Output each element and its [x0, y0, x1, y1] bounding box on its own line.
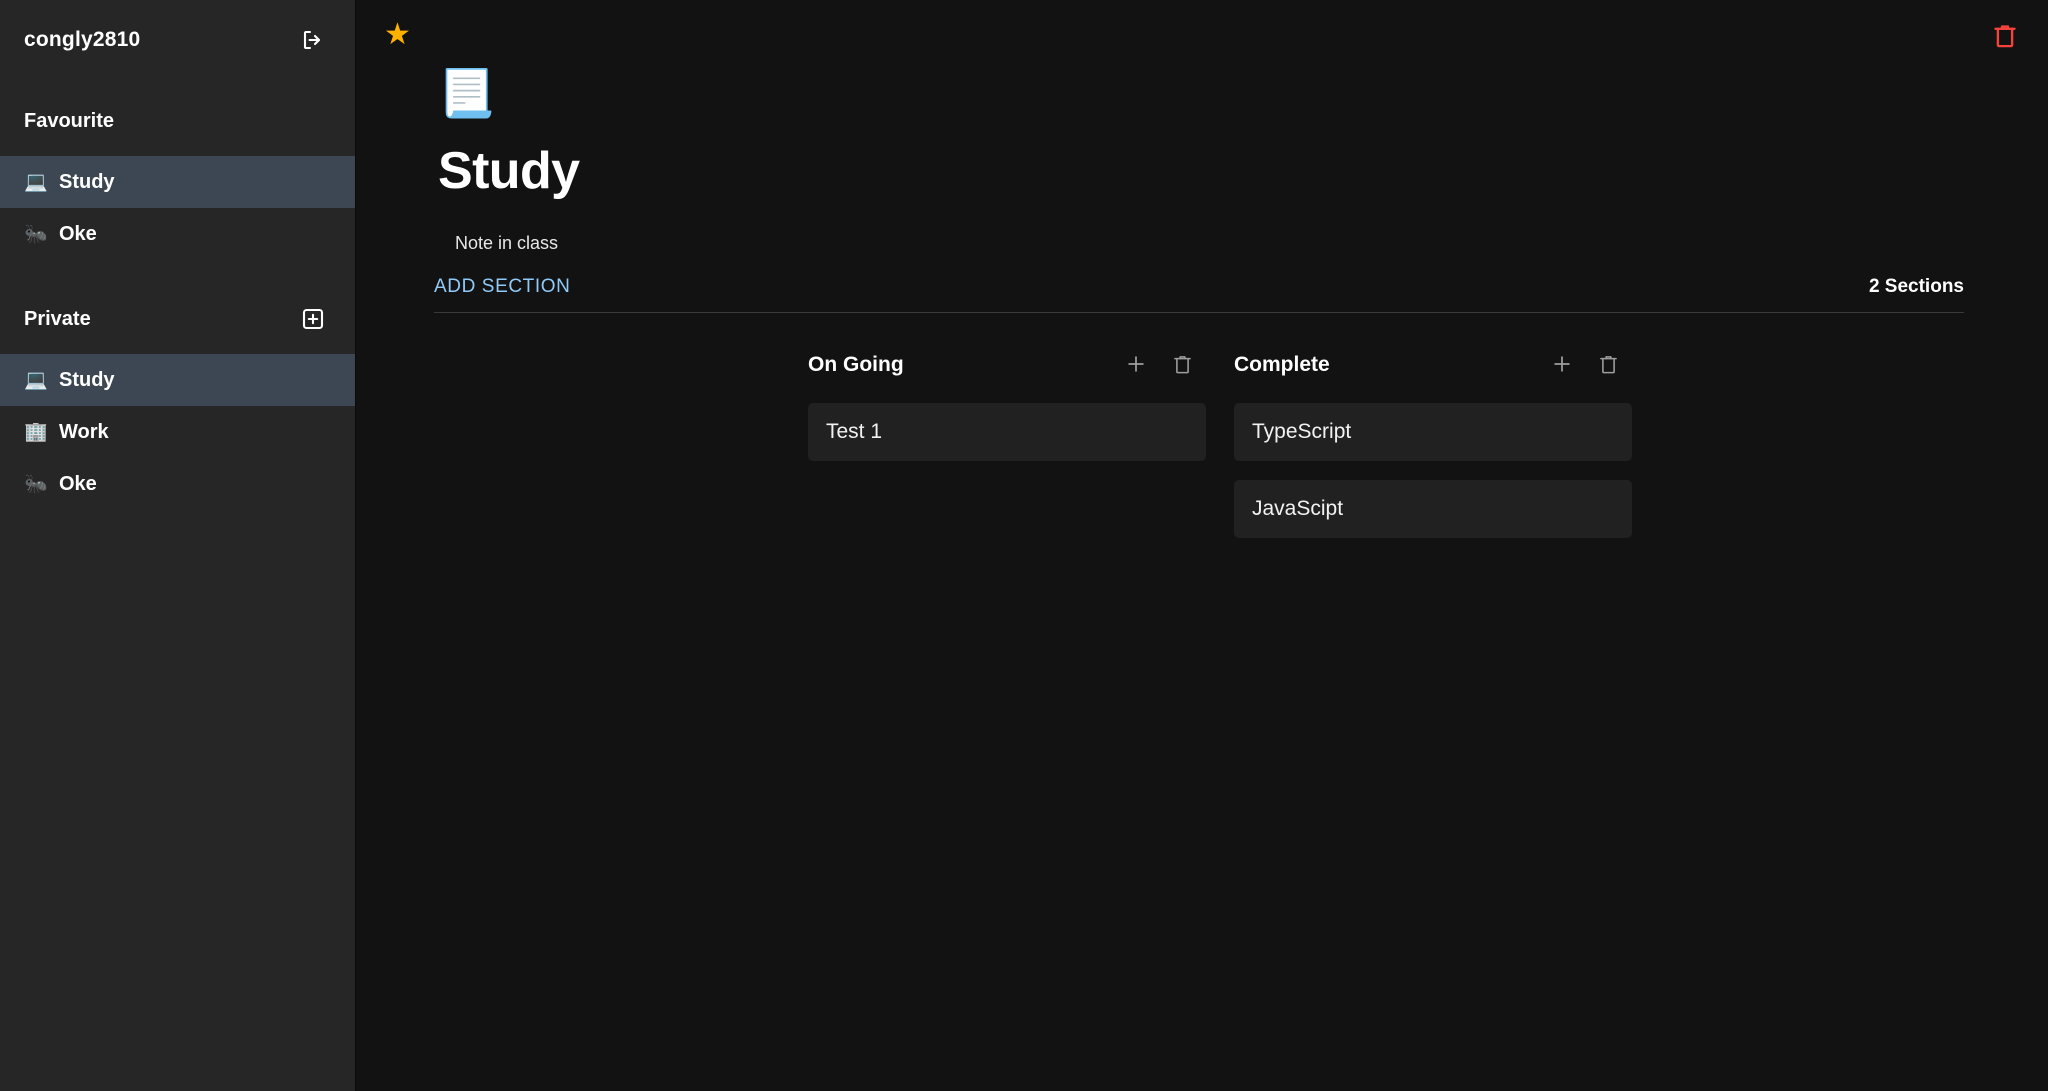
- sections-container: On Going: [356, 313, 2048, 557]
- sidebar: congly2810 Favourite 💻 Study 🐜 Oke: [0, 0, 356, 1091]
- task-list: Test 1: [808, 403, 1206, 461]
- sidebar-group-private-title: Private: [0, 302, 355, 336]
- section-header: Complete: [1234, 347, 1632, 381]
- logout-icon[interactable]: [297, 25, 327, 55]
- task-card[interactable]: Test 1: [808, 403, 1206, 461]
- sidebar-item-favourite-oke[interactable]: 🐜 Oke: [0, 208, 355, 260]
- delete-section-icon[interactable]: [1596, 351, 1620, 377]
- ant-icon: 🐜: [24, 225, 46, 244]
- section-header: On Going: [808, 347, 1206, 381]
- section-actions: [1550, 351, 1632, 377]
- task-card[interactable]: TypeScript: [1234, 403, 1632, 461]
- sidebar-item-private-study[interactable]: 💻 Study: [0, 354, 355, 406]
- sidebar-item-label: Study: [59, 172, 115, 192]
- sidebar-item-label: Oke: [59, 224, 97, 244]
- section-complete: Complete: [1234, 347, 1632, 557]
- sidebar-item-label: Oke: [59, 474, 97, 494]
- task-card[interactable]: JavaScipt: [1234, 480, 1632, 538]
- username-label: congly2810: [24, 28, 140, 52]
- sidebar-item-label: Study: [59, 370, 115, 390]
- board-toolbar: ★: [356, 0, 2048, 52]
- sections-count-label: 2 Sections: [1869, 276, 1964, 298]
- sidebar-group-private-list: 💻 Study 🏢 Work 🐜 Oke: [0, 354, 355, 510]
- page-with-curl-icon: 📃: [438, 70, 2048, 126]
- section-title: On Going: [808, 354, 1124, 375]
- ant-icon: 🐜: [24, 475, 46, 494]
- sidebar-header: congly2810: [0, 0, 355, 58]
- laptop-icon: 💻: [24, 173, 46, 192]
- laptop-icon: 💻: [24, 371, 46, 390]
- add-board-icon[interactable]: [299, 305, 327, 333]
- add-section-button[interactable]: ADD SECTION: [434, 276, 570, 298]
- sidebar-group-favourite-list: 💻 Study 🐜 Oke: [0, 156, 355, 260]
- delete-section-icon[interactable]: [1170, 351, 1194, 377]
- sidebar-group-label: Private: [24, 308, 91, 331]
- delete-board-icon[interactable]: [1990, 20, 2020, 52]
- section-actions: [1124, 351, 1206, 377]
- main-content: ★ 📃 Study Note in class ADD SECTION 2 Se…: [356, 0, 2048, 1091]
- sidebar-item-private-oke[interactable]: 🐜 Oke: [0, 458, 355, 510]
- section-title: Complete: [1234, 354, 1550, 375]
- sidebar-item-private-work[interactable]: 🏢 Work: [0, 406, 355, 458]
- task-list: TypeScript JavaScipt: [1234, 403, 1632, 538]
- board-header: 📃 Study Note in class: [356, 52, 2048, 254]
- sidebar-group-favourite-title: Favourite: [0, 104, 355, 138]
- board-description[interactable]: Note in class: [438, 233, 2048, 254]
- add-task-icon[interactable]: [1550, 351, 1574, 377]
- sidebar-item-favourite-study[interactable]: 💻 Study: [0, 156, 355, 208]
- page-title: Study: [438, 144, 2048, 199]
- add-task-icon[interactable]: [1124, 351, 1148, 377]
- office-building-icon: 🏢: [24, 423, 46, 442]
- app-root: congly2810 Favourite 💻 Study 🐜 Oke: [0, 0, 2048, 1091]
- sidebar-group-label: Favourite: [24, 110, 114, 133]
- favourite-star-icon[interactable]: ★: [384, 20, 411, 50]
- sections-toolbar: ADD SECTION 2 Sections: [434, 276, 1964, 313]
- section-on-going: On Going: [808, 347, 1206, 480]
- sidebar-item-label: Work: [59, 422, 109, 442]
